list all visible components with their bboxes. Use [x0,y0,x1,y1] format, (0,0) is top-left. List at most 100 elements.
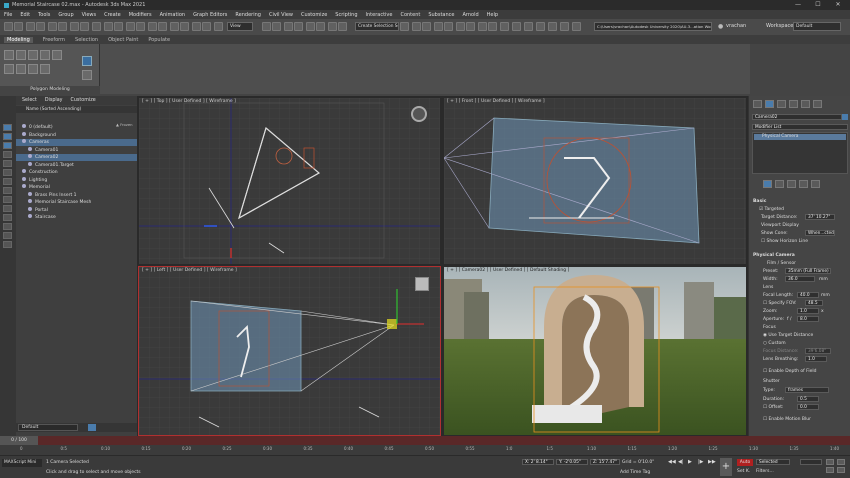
viewport-nav-button[interactable] [837,467,845,473]
offset-checkbox[interactable]: ☐ Offset: [763,405,784,410]
time-slider[interactable]: 0 / 100 [0,436,850,445]
polygon-modeling-label[interactable]: Polygon Modeling [0,86,100,94]
fov-field[interactable]: 48.5 [805,300,823,306]
visibility-eye-icon[interactable] [22,139,26,143]
edit-poly-button[interactable] [4,50,14,60]
modifier-list-dropdown[interactable]: Modifier List [752,124,848,130]
toolbar-button[interactable] [524,22,533,31]
collapse-button[interactable] [16,64,26,74]
close-button[interactable]: ✕ [828,0,848,10]
explorer-menu-select[interactable]: Select [22,98,37,103]
toolbar-button[interactable] [456,22,465,31]
menu-item-arnold[interactable]: Arnold [462,12,478,18]
menu-item-customize[interactable]: Customize [301,12,327,18]
auto-key-button[interactable]: Auto [737,459,753,466]
layer-manager-button[interactable] [88,424,96,431]
explorer-tool-button[interactable] [3,169,12,176]
focus-distance-field[interactable]: 39'6.08" [805,348,831,354]
go-to-end-icon[interactable]: ▶▶ [708,459,716,465]
column-header-name[interactable]: Name (Sorted Ascending) [26,107,81,112]
duration-field[interactable]: 0.5 [797,396,819,402]
toolbar-button[interactable] [272,22,281,31]
shutter-type-dropdown[interactable]: frames [785,387,829,393]
lens-breathing-field[interactable]: 1.0 [805,356,827,362]
scene-row[interactable]: Portal [16,206,137,214]
toolbar-button[interactable] [422,22,431,31]
current-frame-field[interactable] [800,459,822,465]
viewport-left[interactable]: [ + ] [ Left ] [ User Defined ] [ Wirefr… [138,266,441,436]
explorer-tool-button[interactable] [3,205,12,212]
visibility-eye-icon[interactable] [22,169,26,173]
selection-set-dropdown[interactable]: Create Selection Se [355,22,399,31]
toolbar-button[interactable] [316,22,325,31]
coord-z-field[interactable]: Z: 15'7.47" [590,459,620,465]
viewport-camera-label[interactable]: [ + ] [ Camera02 ] [ User Defined ] [ De… [447,268,569,273]
coord-y-field[interactable]: Y: -2'0.05" [556,459,588,465]
add-time-tag[interactable]: Add Time Tag [620,470,650,475]
element-button[interactable] [4,64,14,74]
viewport-front-label[interactable]: [ + ] [ Front ] [ User Defined ] [ Wiref… [447,99,545,104]
object-name-field[interactable]: Camera02 [752,114,842,120]
zoom-field[interactable]: 1.0 [797,308,819,314]
scene-row[interactable]: Memorial [16,184,137,191]
visibility-eye-icon[interactable] [22,176,26,181]
toolbar-button[interactable] [444,22,453,31]
stack-tool-button[interactable] [763,180,772,188]
polygon-button[interactable] [52,50,62,60]
explorer-menu-display[interactable]: Display [45,98,63,103]
toolbar-button[interactable] [294,22,303,31]
toolbar-button[interactable] [36,22,45,31]
visibility-eye-icon[interactable] [28,154,32,158]
toolbar-button[interactable] [338,22,347,31]
coord-x-field[interactable]: X: 2' 8.14" [522,459,554,465]
viewport-camera[interactable]: [ + ] [ Camera02 ] [ User Defined ] [ De… [443,266,747,436]
menu-item-file[interactable]: File [4,12,12,18]
ribbon-tab-selection[interactable]: Selection [75,37,98,43]
toolbar-button[interactable] [4,22,13,31]
scene-row[interactable]: Camera01.Target [16,161,137,169]
toolbar-button[interactable] [214,22,223,31]
explorer-tool-button[interactable] [3,223,12,230]
toolbar-button[interactable] [262,22,271,31]
toolbar-button[interactable] [80,22,89,31]
scene-row[interactable]: Camera02 [16,154,137,161]
toolbar-button[interactable] [466,22,475,31]
visibility-eye-icon[interactable] [28,161,32,166]
command-panel-tab[interactable] [801,100,810,108]
scene-row[interactable]: Background [16,131,137,139]
toolbar-button[interactable] [26,22,35,31]
toolbar-button[interactable] [434,22,443,31]
stack-tool-button[interactable] [799,180,808,188]
toolbar-button[interactable] [512,22,521,31]
explorer-tool-button[interactable] [3,178,12,185]
toolbar-button[interactable] [500,22,509,31]
explorer-tool-button[interactable] [3,151,12,158]
explorer-tool-button[interactable] [3,142,12,149]
offset-field[interactable]: 0.0 [797,404,819,410]
command-panel-tab[interactable] [813,100,822,108]
visibility-eye-icon[interactable] [22,124,26,128]
toolbar-button[interactable] [104,22,113,31]
scene-row[interactable]: Brass Pins Insert 1 [16,191,137,199]
width-field[interactable]: 36.0 [785,276,815,282]
scene-row[interactable]: Camera01 [16,146,137,154]
toolbar-button[interactable] [572,22,581,31]
menu-item-rendering[interactable]: Rendering [235,12,261,18]
visibility-eye-icon[interactable] [28,191,32,196]
toolbar-button[interactable] [548,22,557,31]
stack-tool-button[interactable] [811,180,820,188]
enable-dof-checkbox[interactable]: ☐ Enable Depth of Field [763,369,817,374]
stack-tool-button[interactable] [775,180,784,188]
viewport-top[interactable]: [ + ] [ Top ] [ User Defined ] [ Wirefra… [138,97,441,265]
maxscript-listener[interactable]: MAXScript Mini [2,459,42,467]
viewport-nav-button[interactable] [837,459,845,465]
explorer-tool-button[interactable] [3,124,12,131]
previous-frame-icon[interactable]: ◀| [678,459,684,465]
attach-button[interactable] [28,64,38,74]
toolbar-button[interactable] [136,22,145,31]
stack-tool-button[interactable] [787,180,796,188]
menu-item-group[interactable]: Group [58,12,73,18]
toolbar-button[interactable] [92,22,101,31]
visibility-eye-icon[interactable] [22,131,26,136]
explorer-tool-button[interactable] [3,187,12,194]
